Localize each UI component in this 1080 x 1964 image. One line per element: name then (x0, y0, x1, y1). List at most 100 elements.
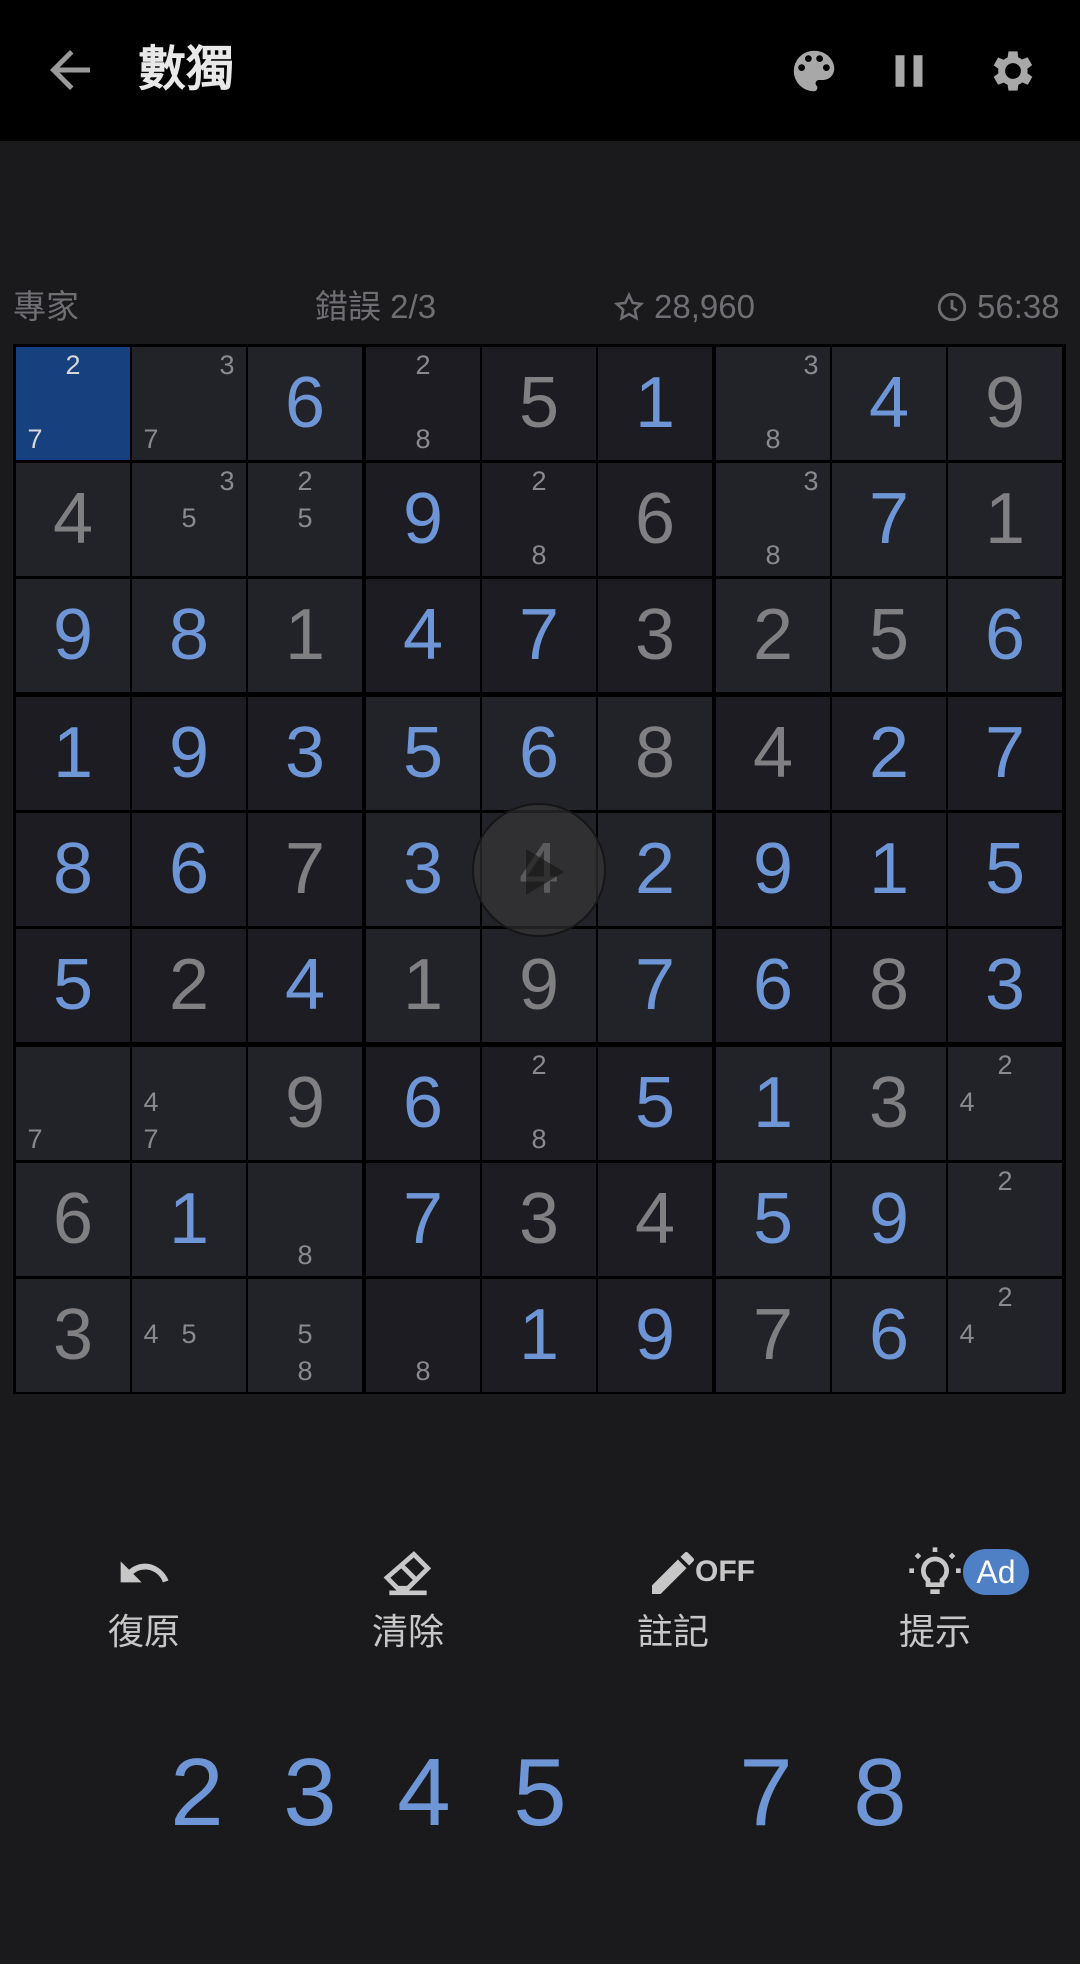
cell-r6c5[interactable]: 9 (482, 929, 596, 1042)
cell-r9c5[interactable]: 1 (482, 1279, 596, 1392)
cell-r5c8[interactable]: 1 (832, 813, 946, 926)
cell-r2c1[interactable]: 4 (16, 463, 130, 576)
cell-r4c6[interactable]: 8 (598, 697, 712, 810)
numpad-8[interactable]: 8 (830, 1738, 930, 1848)
cell-r1c6[interactable]: 1 (598, 347, 712, 460)
cell-r5c6[interactable]: 2 (598, 813, 712, 926)
cell-r4c3[interactable]: 3 (248, 697, 362, 810)
cell-r2c5[interactable]: 28 (482, 463, 596, 576)
cell-r7c2[interactable]: 47 (132, 1047, 246, 1160)
cell-r9c1[interactable]: 3 (16, 1279, 130, 1392)
cell-r8c9[interactable]: 2 (948, 1163, 1062, 1276)
cell-r3c9[interactable]: 6 (948, 579, 1062, 692)
resume-button[interactable] (472, 803, 606, 937)
cell-r1c2[interactable]: 37 (132, 347, 246, 460)
cell-r1c3[interactable]: 6 (248, 347, 362, 460)
cell-r4c4[interactable]: 5 (366, 697, 480, 810)
cell-r3c3[interactable]: 1 (248, 579, 362, 692)
cell-r2c2[interactable]: 35 (132, 463, 246, 576)
cell-r8c6[interactable]: 4 (598, 1163, 712, 1276)
cell-r4c8[interactable]: 2 (832, 697, 946, 810)
cell-r2c9[interactable]: 1 (948, 463, 1062, 576)
cell-r7c8[interactable]: 3 (832, 1047, 946, 1160)
cell-r6c1[interactable]: 5 (16, 929, 130, 1042)
cell-r9c2[interactable]: 45 (132, 1279, 246, 1392)
cell-r9c6[interactable]: 9 (598, 1279, 712, 1392)
numpad-5[interactable]: 5 (490, 1738, 590, 1848)
cell-r2c8[interactable]: 7 (832, 463, 946, 576)
cell-r8c5[interactable]: 3 (482, 1163, 596, 1276)
cell-r1c7[interactable]: 38 (716, 347, 830, 460)
cell-r3c8[interactable]: 5 (832, 579, 946, 692)
cell-r4c9[interactable]: 7 (948, 697, 1062, 810)
cell-r7c9[interactable]: 24 (948, 1047, 1062, 1160)
cell-r9c8[interactable]: 6 (832, 1279, 946, 1392)
cell-r9c3[interactable]: 58 (248, 1279, 362, 1392)
cell-r1c4[interactable]: 28 (366, 347, 480, 460)
cell-r2c6[interactable]: 6 (598, 463, 712, 576)
cell-digit: 7 (634, 945, 676, 1025)
cell-r6c8[interactable]: 8 (832, 929, 946, 1042)
cell-r6c6[interactable]: 7 (598, 929, 712, 1042)
cell-r4c5[interactable]: 6 (482, 697, 596, 810)
cell-r4c1[interactable]: 1 (16, 697, 130, 810)
cell-r4c2[interactable]: 9 (132, 697, 246, 810)
erase-button[interactable]: 清除 (318, 1545, 498, 1655)
cell-r6c4[interactable]: 1 (366, 929, 480, 1042)
cell-r5c1[interactable]: 8 (16, 813, 130, 926)
cell-r6c2[interactable]: 2 (132, 929, 246, 1042)
pause-icon[interactable] (882, 44, 936, 98)
cell-r2c3[interactable]: 25 (248, 463, 362, 576)
cell-r8c1[interactable]: 6 (16, 1163, 130, 1276)
cell-r8c3[interactable]: 8 (248, 1163, 362, 1276)
cell-r4c7[interactable]: 4 (716, 697, 830, 810)
cell-r3c4[interactable]: 4 (366, 579, 480, 692)
cell-r3c1[interactable]: 9 (16, 579, 130, 692)
cell-digit: 9 (634, 1295, 676, 1375)
cell-r1c9[interactable]: 9 (948, 347, 1062, 460)
pencil-note: 5 (297, 503, 313, 533)
cell-r7c5[interactable]: 28 (482, 1047, 596, 1160)
cell-r5c2[interactable]: 6 (132, 813, 246, 926)
cell-r5c4[interactable]: 3 (366, 813, 480, 926)
cell-r7c4[interactable]: 6 (366, 1047, 480, 1160)
cell-r7c3[interactable]: 9 (248, 1047, 362, 1160)
cell-r3c2[interactable]: 8 (132, 579, 246, 692)
undo-button[interactable]: 復原 (54, 1545, 234, 1655)
cell-r9c9[interactable]: 24 (948, 1279, 1062, 1392)
cell-r7c6[interactable]: 5 (598, 1047, 712, 1160)
cell-r8c7[interactable]: 5 (716, 1163, 830, 1276)
cell-r8c8[interactable]: 9 (832, 1163, 946, 1276)
cell-r2c4[interactable]: 9 (366, 463, 480, 576)
cell-r1c8[interactable]: 4 (832, 347, 946, 460)
cell-r3c5[interactable]: 7 (482, 579, 596, 692)
numpad-4[interactable]: 4 (374, 1738, 474, 1848)
cell-digit: 8 (868, 945, 910, 1025)
cell-r8c2[interactable]: 1 (132, 1163, 246, 1276)
numpad-7[interactable]: 7 (716, 1738, 816, 1848)
cell-r1c5[interactable]: 5 (482, 347, 596, 460)
gear-icon[interactable] (986, 44, 1040, 98)
cell-r6c7[interactable]: 6 (716, 929, 830, 1042)
cell-r7c1[interactable]: 7 (16, 1047, 130, 1160)
cell-r8c4[interactable]: 7 (366, 1163, 480, 1276)
numpad-2[interactable]: 2 (147, 1738, 247, 1848)
cell-r3c6[interactable]: 3 (598, 579, 712, 692)
cell-r6c9[interactable]: 3 (948, 929, 1062, 1042)
cell-r5c3[interactable]: 7 (248, 813, 362, 926)
back-arrow-icon[interactable] (40, 40, 100, 100)
cell-r3c7[interactable]: 2 (716, 579, 830, 692)
pencil-note: 7 (143, 1124, 159, 1154)
cell-r9c4[interactable]: 8 (366, 1279, 480, 1392)
cell-r1c1[interactable]: 27 (16, 347, 130, 460)
cell-r7c7[interactable]: 1 (716, 1047, 830, 1160)
cell-r2c7[interactable]: 38 (716, 463, 830, 576)
cell-r5c9[interactable]: 5 (948, 813, 1062, 926)
hint-button[interactable]: Ad 提示 (845, 1545, 1029, 1655)
notes-button[interactable]: OFF 註記 (583, 1545, 763, 1655)
palette-icon[interactable] (787, 44, 841, 98)
cell-r6c3[interactable]: 4 (248, 929, 362, 1042)
numpad-3[interactable]: 3 (260, 1738, 360, 1848)
cell-r5c7[interactable]: 9 (716, 813, 830, 926)
cell-r9c7[interactable]: 7 (716, 1279, 830, 1392)
